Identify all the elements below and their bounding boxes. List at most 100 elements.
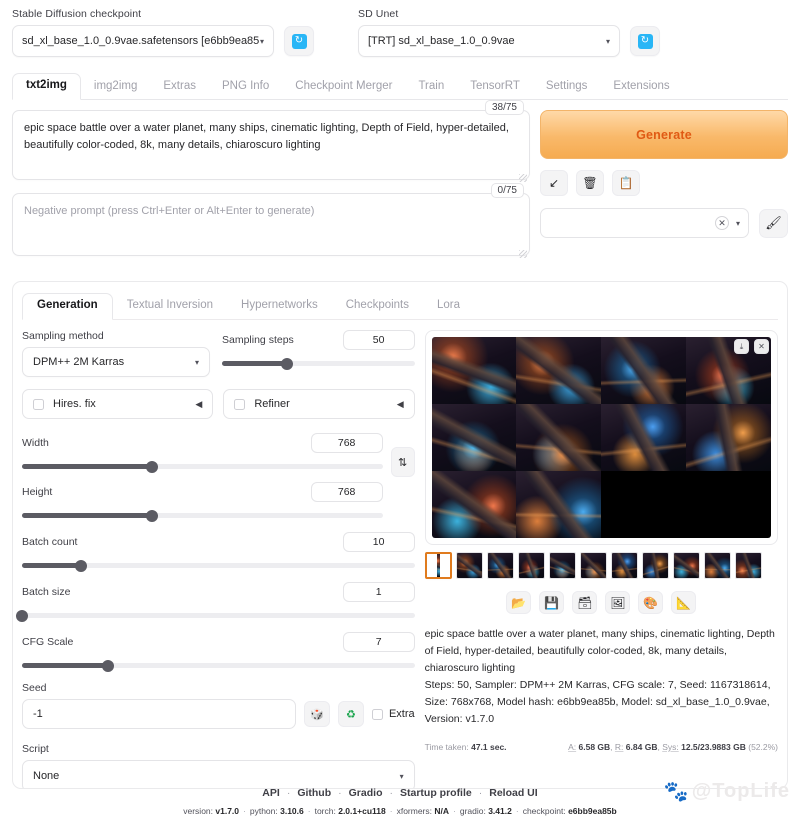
height-value[interactable]: 768 [310,482,383,502]
gallery-thumbnail[interactable] [610,552,638,579]
mtab-settings[interactable]: Settings [533,75,601,100]
gallery-tile[interactable] [601,471,771,538]
swap-dimensions-button[interactable]: ⇅ [390,447,415,477]
mtab-txt2img[interactable]: txt2img [12,72,81,100]
gallery-tile[interactable] [431,471,517,538]
gallery-thumbnail[interactable] [641,552,669,579]
send-to-extras-button[interactable]: 📐 [671,591,697,614]
gallery-tile[interactable] [735,553,761,578]
checkpoint-select[interactable]: sd_xl_base_1.0_0.9vae.safetensors [e6bb9… [12,25,274,57]
gallery-tile[interactable] [516,471,602,538]
footer-link-api[interactable]: API [262,787,280,799]
resize-handle[interactable] [519,250,527,258]
batch-count-slider[interactable] [22,559,415,572]
gallery-thumbnail[interactable] [548,552,576,579]
sampling-method-select[interactable]: DPM++ 2M Karras ▾ [22,347,210,377]
random-seed-button[interactable]: 🎲 [303,701,330,727]
refiner-accordion[interactable]: Refiner ◀ [223,389,415,419]
mtab-img2img[interactable]: img2img [81,75,150,100]
arrow-down-left-button[interactable]: ↙ [540,170,568,196]
send-to-img2img-button[interactable]: 🖼 [605,591,631,614]
seed-input[interactable]: -1 [22,699,296,729]
stab-generation[interactable]: Generation [22,292,113,320]
gallery-tile[interactable] [686,404,771,471]
send-to-inpaint-button[interactable]: 🎨 [638,591,664,614]
hires-fix-checkbox[interactable] [33,398,44,410]
gallery-thumbnail[interactable] [579,552,607,579]
clipboard-button[interactable]: 📋 [612,170,640,196]
gallery-thumbnail[interactable] [486,552,514,579]
gallery-tile[interactable] [601,337,687,404]
open-folder-button[interactable]: 📂 [506,591,532,614]
stab-textual-inversion[interactable]: Textual Inversion [113,294,227,320]
gallery-tile[interactable] [580,553,606,578]
gallery-thumbnail[interactable] [455,552,483,579]
gallery-tile[interactable] [518,553,544,578]
cfg-scale-slider[interactable] [22,659,415,672]
gallery-thumbnail[interactable] [424,552,452,579]
gallery-tile[interactable] [601,404,687,471]
stab-checkpoints[interactable]: Checkpoints [332,294,423,320]
gallery-thumbnail[interactable] [672,552,700,579]
gallery-tile[interactable] [704,553,730,578]
triangle-left-icon[interactable]: ◀ [195,399,202,410]
gallery-tile[interactable] [487,553,513,578]
footer-link-startup-profile[interactable]: Startup profile [400,787,472,799]
styles-select[interactable]: ✕ ▾ [540,208,749,238]
positive-prompt-input[interactable] [12,110,530,180]
extra-checkbox[interactable] [371,708,383,720]
width-slider[interactable] [22,460,383,473]
close-icon[interactable]: ✕ [754,339,769,354]
resize-handle[interactable] [519,174,527,182]
mtab-checkpoint-merger[interactable]: Checkpoint Merger [282,75,405,100]
gallery-tile[interactable] [431,404,517,471]
gallery-tile[interactable] [549,553,575,578]
save-zip-button[interactable]: 🗃 [572,591,598,614]
batch-count-value[interactable]: 10 [342,532,415,552]
footer-link-gradio[interactable]: Gradio [349,787,383,799]
mtab-png-info[interactable]: PNG Info [209,75,282,100]
download-icon[interactable]: ⤓ [734,339,749,354]
save-button[interactable]: 💾 [539,591,565,614]
refiner-checkbox[interactable] [234,398,246,410]
gallery-thumbnail[interactable] [517,552,545,579]
close-icon[interactable]: ✕ [714,216,729,230]
trash-button[interactable]: 🗑 [576,170,604,196]
generate-button[interactable]: Generate [540,110,788,159]
batch-size-slider[interactable] [16,609,415,622]
edit-styles-button[interactable]: 🖌 [759,208,788,238]
hires-fix-accordion[interactable]: Hires. fix ◀ [22,389,214,419]
gallery-tile[interactable] [516,337,602,404]
mtab-tensorrt[interactable]: TensorRT [457,75,533,100]
stab-lora[interactable]: Lora [423,294,474,320]
sampling-steps-value[interactable]: 50 [342,330,415,350]
sd-unet-select[interactable]: [TRT] sd_xl_base_1.0_0.9vae ▾ [358,25,620,57]
stab-hypernetworks[interactable]: Hypernetworks [227,294,332,320]
gallery-tile[interactable] [611,553,637,578]
mtab-extensions[interactable]: Extensions [600,75,682,100]
height-slider[interactable] [22,509,383,522]
gallery-thumbnail[interactable] [734,552,762,579]
reuse-seed-button[interactable]: ♻ [337,701,364,727]
batch-size-value[interactable]: 1 [342,582,415,602]
triangle-left-icon[interactable]: ◀ [397,399,404,410]
gallery-tile[interactable] [642,553,668,578]
gallery-tile[interactable] [431,337,517,404]
mtab-extras[interactable]: Extras [150,75,209,100]
footer-link-reload-ui[interactable]: Reload UI [489,787,537,799]
gallery-tile[interactable] [673,553,699,578]
cfg-scale-value[interactable]: 7 [342,632,415,652]
refresh-unet-button[interactable]: ↻ [630,26,660,56]
sampling-steps-slider[interactable] [222,357,415,370]
gallery-tile[interactable] [456,553,482,578]
gallery-tile[interactable] [436,554,440,577]
script-select[interactable]: None ▾ [22,760,415,788]
footer-link-github[interactable]: Github [297,787,331,799]
extra-seed-toggle[interactable]: Extra [371,708,415,720]
width-value[interactable]: 768 [310,433,383,453]
gallery-tile[interactable] [516,404,602,471]
gallery-thumbnail[interactable] [703,552,731,579]
mtab-train[interactable]: Train [405,75,457,100]
negative-prompt-input[interactable] [12,193,530,256]
refresh-checkpoint-button[interactable]: ↻ [284,26,314,56]
